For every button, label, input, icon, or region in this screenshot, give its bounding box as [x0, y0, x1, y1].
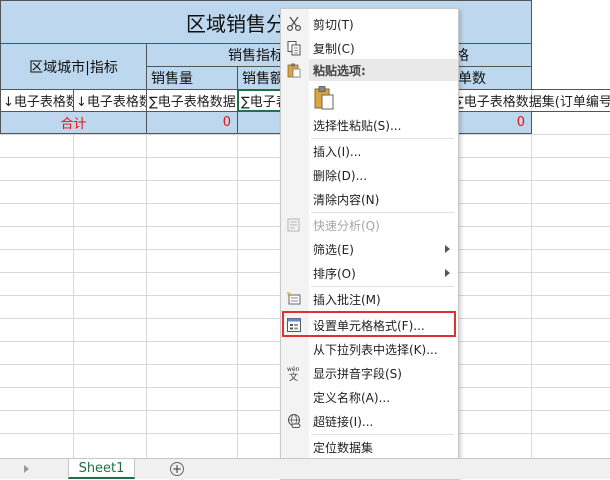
header-region-city-cell[interactable]: 区域城市|指标 — [0, 43, 147, 90]
header-sales-indicator: 销售指标 — [228, 48, 284, 64]
data-cell-c[interactable]: ∑电子表格数据 — [146, 89, 238, 112]
header-sales-qty-cell[interactable]: 销售量 — [146, 66, 238, 90]
menu-item-pick-from-list-label: 从下拉列表中选择(K)... — [313, 342, 438, 357]
menu-item-cut-label: 剪切(T) — [313, 17, 354, 32]
menu-item-clear-contents[interactable]: 清除内容(N) — [281, 187, 458, 211]
menu-item-define-name[interactable]: 定义名称(A)... — [281, 385, 458, 409]
menu-item-locate-dataset-label: 定位数据集 — [313, 440, 374, 455]
menu-item-sort-label: 排序(O) — [313, 266, 356, 281]
phonetic-icon: wén 文 — [287, 366, 300, 381]
total-value-g: 0 — [516, 115, 525, 130]
menu-item-show-phonetic-label: 显示拼音字段(S) — [313, 366, 402, 381]
menu-item-sort[interactable]: 排序(O) — [281, 261, 458, 285]
menu-item-insert-label: 插入(I)... — [313, 144, 362, 159]
header-group-right-cell[interactable]: 格 — [450, 43, 532, 67]
total-label: 合计 — [60, 117, 87, 132]
menu-item-copy[interactable]: 复制(C) — [281, 36, 458, 60]
submenu-arrow-icon — [445, 245, 450, 253]
header-order-count: 单数 — [458, 71, 486, 87]
header-sales-qty: 销售量 — [151, 71, 193, 87]
header-region-city: 区域城市|指标 — [29, 59, 118, 76]
menu-item-hyperlink[interactable]: 超链接(I)... — [281, 409, 458, 433]
total-value-c: 0 — [222, 115, 231, 130]
menu-item-show-phonetic[interactable]: wén 文 显示拼音字段(S) — [281, 361, 458, 385]
scissors-icon — [286, 16, 302, 32]
menu-item-quick-analysis-label: 快速分析(Q) — [313, 218, 380, 233]
data-cell-a[interactable]: ↓电子表格数 — [0, 89, 74, 112]
menu-item-insert-comment[interactable]: 插入批注(M) — [281, 287, 458, 311]
tab-sheet1-label: Sheet1 — [78, 460, 125, 476]
menu-item-pick-from-list[interactable]: 从下拉列表中选择(K)... — [281, 337, 458, 361]
hyperlink-icon — [288, 414, 301, 428]
menu-item-cut[interactable]: 剪切(T) — [281, 12, 458, 36]
plus-icon: + — [171, 462, 183, 476]
menu-item-copy-label: 复制(C) — [313, 41, 355, 56]
quick-analysis-icon — [287, 218, 300, 232]
svg-text:文: 文 — [289, 371, 298, 381]
header-sales-amt: 销售额 — [242, 71, 284, 87]
total-label-cell[interactable]: 合计 — [0, 111, 147, 134]
data-cell-a-text: ↓电子表格数 — [3, 95, 74, 110]
menu-item-insert-comment-label: 插入批注(M) — [313, 292, 381, 307]
tab-sheet1[interactable]: Sheet1 — [68, 459, 135, 479]
sheet-tab-bar: Sheet1 + — [0, 458, 610, 479]
context-menu: 剪切(T) 复制(C) 粘贴选项: 选择性粘贴(S)... 插入(I)... 删… — [280, 8, 459, 480]
paste-icon — [287, 63, 301, 78]
data-cell-g-text: ∑电子表格数据集(订单编号) — [455, 95, 610, 110]
menu-item-paste-options: 粘贴选项: — [281, 59, 458, 81]
menu-item-paste-special-label: 选择性粘贴(S)... — [313, 118, 402, 133]
header-order-count-cell[interactable]: 单数 — [450, 66, 532, 90]
insert-comment-icon — [287, 292, 301, 305]
data-cell-c-text: ∑电子表格数据 — [149, 95, 236, 110]
data-cell-b-text: ↓电子表格数 — [76, 95, 147, 110]
total-value-g-cell[interactable]: 0 — [450, 111, 532, 134]
total-value-c-cell[interactable]: 0 — [146, 111, 238, 134]
tab-scroll-right-icon[interactable] — [24, 465, 29, 473]
menu-item-filter[interactable]: 筛选(E) — [281, 237, 458, 261]
svg-text:wén: wén — [287, 366, 300, 373]
copy-icon — [287, 41, 301, 56]
menu-item-filter-label: 筛选(E) — [313, 242, 354, 257]
menu-item-locate-dataset[interactable]: 定位数据集 — [281, 435, 458, 459]
menu-item-hyperlink-label: 超链接(I)... — [313, 414, 374, 429]
menu-item-paste-options-label: 粘贴选项: — [313, 63, 366, 78]
menu-item-delete-label: 删除(D)... — [313, 168, 368, 183]
menu-item-delete[interactable]: 删除(D)... — [281, 163, 458, 187]
menu-item-paste-special[interactable]: 选择性粘贴(S)... — [281, 113, 458, 137]
add-sheet-button[interactable]: + — [170, 462, 184, 476]
menu-item-insert[interactable]: 插入(I)... — [281, 139, 458, 163]
paste-default-icon[interactable] — [313, 85, 335, 111]
menu-item-quick-analysis: 快速分析(Q) — [281, 213, 458, 237]
format-cells-highlight-box — [282, 311, 456, 337]
data-cell-g[interactable]: ∑电子表格数据集(订单编号) — [450, 89, 610, 112]
data-cell-b[interactable]: ↓电子表格数 — [73, 89, 147, 112]
menu-item-define-name-label: 定义名称(A)... — [313, 390, 391, 405]
menu-item-clear-contents-label: 清除内容(N) — [313, 192, 380, 207]
submenu-arrow-icon — [445, 269, 450, 277]
